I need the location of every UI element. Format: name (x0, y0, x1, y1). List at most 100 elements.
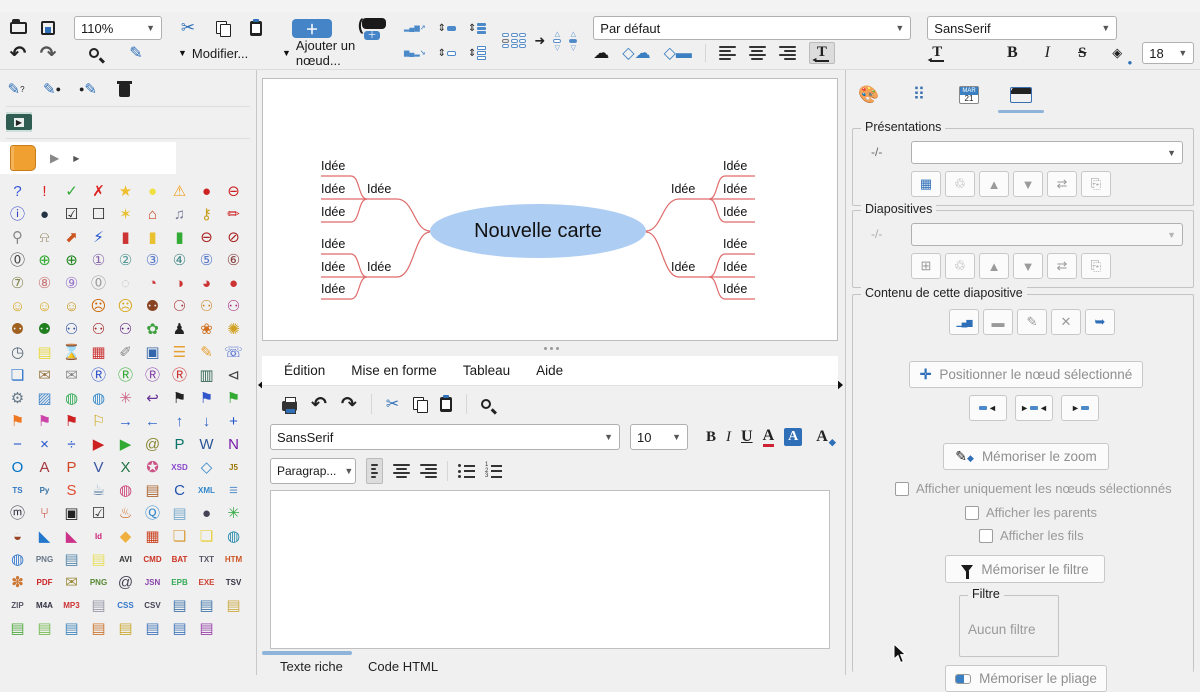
grid-icon[interactable]: ◕ (193, 272, 220, 295)
grid-icon[interactable]: PDF (31, 571, 58, 594)
center-node-button[interactable]: ►◄ (1015, 395, 1053, 421)
cut-icon[interactable]: ✂ (178, 17, 198, 39)
grid-icon[interactable]: ❏ (4, 364, 31, 387)
grid-icon[interactable]: XSD (166, 456, 193, 479)
grid-icon[interactable]: ⚇ (112, 318, 139, 341)
grid-icon[interactable]: ◆ (112, 525, 139, 548)
grid-icon[interactable]: W (193, 433, 220, 456)
grid-icon[interactable]: Py (31, 479, 58, 502)
idea-node-label[interactable]: Idée (321, 282, 361, 296)
grid-icon[interactable]: A (31, 456, 58, 479)
layout-chart-alt-icon[interactable]: ▆▄▂↘ (404, 42, 426, 64)
grid-icon[interactable]: ● (31, 203, 58, 226)
vertical-distribute-alt-icon[interactable]: ⇕ (468, 46, 486, 60)
grid-icon[interactable]: BAT (166, 548, 193, 571)
grid-icon[interactable]: ▥ (193, 364, 220, 387)
grid-icon[interactable]: ▤ (85, 594, 112, 617)
grid-icon[interactable]: ▮ (112, 226, 139, 249)
grid-icon[interactable]: ✺ (220, 318, 247, 341)
print-icon[interactable] (282, 397, 297, 411)
grid-icon[interactable]: TSV (220, 571, 247, 594)
grid-icon[interactable]: ⌂ (139, 203, 166, 226)
grid-icon[interactable]: ● (193, 502, 220, 525)
editor-menu-2[interactable]: Tableau (463, 363, 510, 378)
grid-icon[interactable]: ✉ (31, 364, 58, 387)
undo-icon[interactable]: ↶ (311, 393, 327, 416)
grid-icon[interactable]: ▤ (193, 617, 220, 640)
bold-icon[interactable]: B (706, 429, 716, 446)
grid-icon[interactable]: ✏ (220, 203, 247, 226)
grid-icon[interactable]: ▤ (139, 617, 166, 640)
align-center-icon[interactable] (393, 464, 410, 478)
editor-size-select[interactable]: 10▼ (630, 424, 688, 450)
grid-icon[interactable]: ⓜ (4, 502, 31, 525)
cloud-style-icon[interactable]: ◇☁ (622, 43, 650, 63)
grid-icon[interactable]: EXE (193, 571, 220, 594)
edit-node-button[interactable]: ✎ (1017, 309, 1047, 335)
grid-icon[interactable]: ⚑ (193, 387, 220, 410)
grid-icon[interactable]: ▣ (58, 502, 85, 525)
grid-icon[interactable]: ⓪ (4, 249, 31, 272)
add-child-node-button[interactable]: ＋ (292, 19, 332, 38)
grid-icon[interactable]: ▤ (85, 548, 112, 571)
open-file-icon[interactable] (8, 17, 28, 39)
grid-icon[interactable]: ☏ (220, 341, 247, 364)
align-right-icon[interactable] (420, 464, 437, 478)
grid-icon[interactable]: ⚑ (58, 410, 85, 433)
grid-icon[interactable]: ◇ (193, 456, 220, 479)
grid-icon[interactable]: V (85, 456, 112, 479)
grid-icon[interactable]: ☐ (85, 203, 112, 226)
tab-format-icon[interactable]: ⠿ (904, 82, 934, 108)
copy-icon[interactable] (413, 397, 426, 411)
align-left-icon[interactable] (719, 46, 736, 60)
paste-icon[interactable] (440, 397, 452, 412)
grid-icon[interactable]: ⚉ (31, 318, 58, 341)
delete-button[interactable]: ♲ (945, 253, 975, 279)
vertical-distribute-icon[interactable]: ⇕ (468, 23, 486, 34)
cloud-icon[interactable]: ☁ (593, 43, 609, 63)
grid-icon[interactable]: ▤ (166, 502, 193, 525)
vertical-space-decrease-icon[interactable]: ⇕ (438, 23, 456, 34)
editor-menu-0[interactable]: Édition (284, 363, 325, 378)
grid-icon[interactable]: ☺ (31, 295, 58, 318)
grid-icon[interactable]: ▤ (220, 594, 247, 617)
presentation-select[interactable]: ▼ (911, 141, 1183, 164)
bullet-list-icon[interactable] (458, 464, 475, 478)
grid-icon[interactable]: ● (193, 180, 220, 203)
cut-icon[interactable]: ✂ (386, 394, 399, 414)
align-left-icon[interactable] (366, 458, 383, 484)
grid-icon[interactable]: ● (220, 272, 247, 295)
grid-icon[interactable]: ▦ (139, 525, 166, 548)
idea-node-label[interactable]: Idée (723, 282, 763, 296)
grid-icon[interactable]: ◷ (4, 341, 31, 364)
delete-button[interactable]: ♲ (945, 171, 975, 197)
font-select[interactable]: SansSerif▼ (927, 16, 1117, 40)
grid-icon[interactable]: AVI (112, 548, 139, 571)
numbered-list-icon[interactable]: 1 2 3 (485, 464, 502, 478)
add-node-dropdown[interactable]: ▼ Ajouter un nœud... (282, 38, 388, 68)
grid-icon[interactable]: ⑤ (193, 249, 220, 272)
grid-icon[interactable]: ⑨ (58, 272, 85, 295)
save-file-icon[interactable] (38, 17, 58, 39)
grid-icon[interactable]: ⊕ (58, 249, 85, 272)
save-zoom-button[interactable]: ✎◆ Mémoriser le zoom (943, 443, 1109, 470)
grid-icon[interactable]: ⚇ (220, 295, 247, 318)
chart-button[interactable]: ▁▄▆ (949, 309, 979, 335)
grid-icon[interactable]: ③ (139, 249, 166, 272)
node-grid-icon[interactable] (502, 33, 526, 48)
grid-icon[interactable]: ↩ (139, 387, 166, 410)
grid-icon[interactable]: ⚑ (220, 387, 247, 410)
position-node-button[interactable]: ✛ Positionner le nœud sélectionné (909, 361, 1143, 388)
grid-icon[interactable]: C (166, 479, 193, 502)
diamond-column-filled-icon[interactable]: △▽ (569, 30, 577, 52)
grid-icon[interactable]: PNG (85, 571, 112, 594)
grid-icon[interactable]: ⚑ (31, 410, 58, 433)
grid-icon[interactable]: ♨ (112, 502, 139, 525)
grid-icon[interactable]: ⚑ (166, 387, 193, 410)
move-node-right-button[interactable]: ► (1061, 395, 1099, 421)
slide-select[interactable]: ▼ (911, 223, 1183, 246)
redo-icon[interactable]: ↷ (341, 393, 357, 416)
grid-icon[interactable]: ● (139, 180, 166, 203)
add-slide-button[interactable]: ⊞ (911, 253, 941, 279)
grid-icon[interactable]: ⚉ (4, 318, 31, 341)
